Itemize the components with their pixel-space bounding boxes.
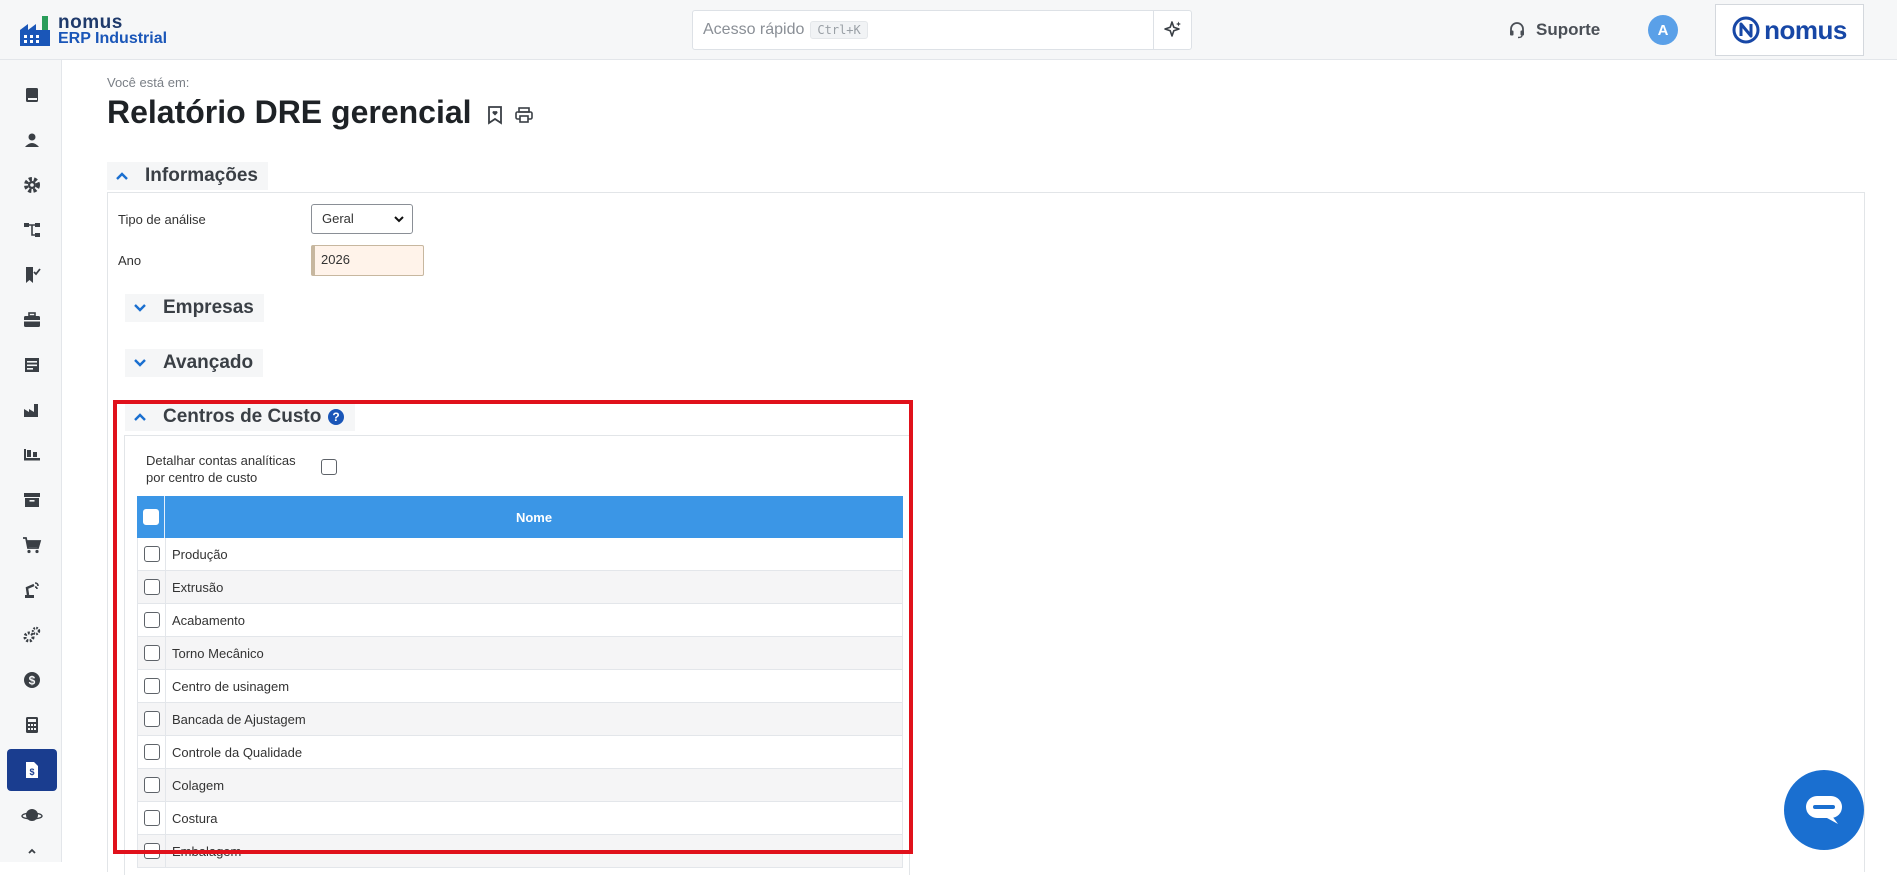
gear-icon [24,177,40,193]
logo-text-erp: ERP Industrial [58,30,168,47]
top-bar: nomus ERP Industrial Acesso rápido Ctrl+K… [0,0,1897,60]
sidebar: $ $ [0,60,62,862]
sidebar-item-logistica[interactable] [7,434,57,476]
document-list-icon [25,358,39,372]
section-informacoes-header[interactable]: Informações [107,162,268,190]
user-avatar[interactable]: A [1648,15,1678,45]
sidebar-item-contabilidade[interactable] [7,704,57,746]
breadcrumb: Você está em: [107,75,190,90]
sidebar-item-cadastros[interactable] [7,74,57,116]
svg-text:$: $ [29,767,34,777]
svg-text:$: $ [29,674,36,688]
quick-access-input[interactable]: Acesso rápido Ctrl+K [703,21,868,39]
sidebar-item-documentos[interactable] [7,344,57,386]
quick-access-placeholder: Acesso rápido [703,21,805,38]
sidebar-item-estrutura[interactable] [7,209,57,251]
sidebar-item-estoque[interactable] [7,479,57,521]
financial-report-icon: $ [26,762,38,778]
briefcase-icon [24,312,40,327]
calculator-icon [26,717,38,733]
headset-icon [1510,22,1524,39]
book-icon [26,88,38,102]
sidebar-item-engenharia[interactable] [7,569,57,611]
main-content: Você está em: Relatório DRE gerencial In… [107,60,1867,875]
quick-access-search[interactable]: Acesso rápido Ctrl+K [692,10,1192,50]
ano-input[interactable]: 2026 [311,245,424,276]
dollar-icon: $ [24,672,40,688]
sidebar-item-processos[interactable] [7,614,57,656]
tipo-analise-select[interactable]: Geral [311,204,413,234]
section-informacoes-title: Informações [145,165,258,186]
brand-text: nomus [1764,14,1847,45]
sidebar-item-configuracoes[interactable] [7,164,57,206]
chat-bubble-icon [1806,796,1842,824]
ai-sparkle-button[interactable] [1153,11,1191,49]
shortcut-hint: Ctrl+K [810,21,868,39]
tipo-analise-label: Tipo de análise [118,212,206,227]
nomus-n-icon [1732,16,1760,44]
sidebar-item-compras[interactable] [7,524,57,566]
chevron-down-icon [131,354,149,372]
support-link[interactable]: Suporte [1508,18,1600,42]
section-empresas-header[interactable]: Empresas [125,294,264,322]
chevron-up-icon [28,848,36,854]
sidebar-item-relatorios-financeiros[interactable]: $ [7,749,57,791]
gears-icon [23,626,41,643]
support-label: Suporte [1536,20,1601,39]
cart-icon [23,537,42,554]
chat-button[interactable] [1784,770,1864,850]
bookmark-check-icon [26,267,41,283]
conveyor-icon [24,449,40,461]
sidebar-item-negocios[interactable] [7,299,57,341]
sidebar-scroll-up[interactable] [7,840,57,862]
print-icon[interactable] [514,106,534,124]
planet-icon [21,809,43,821]
highlight-box [113,400,913,854]
tipo-analise-value: Geral [322,211,354,226]
sidebar-item-financeiro[interactable]: $ [7,659,57,701]
page-title: Relatório DRE gerencial [107,94,472,130]
chevron-down-icon [131,299,149,317]
chevron-up-icon [113,167,131,185]
nomus-erp-logo[interactable]: nomus ERP Industrial [18,12,168,50]
factory-logo-icon [20,16,50,46]
user-icon [25,133,39,147]
factory-icon [24,404,38,417]
hierarchy-icon [24,223,40,237]
chevron-down-icon [394,216,404,223]
nomus-brand-logo: nomus [1715,4,1864,56]
sparkle-icon [1163,21,1181,37]
sidebar-item-producao[interactable] [7,389,57,431]
section-avancado-header[interactable]: Avançado [125,349,264,377]
robot-arm-icon [25,582,39,598]
sidebar-item-tarefas[interactable] [7,254,57,296]
bookmark-favorite-icon[interactable] [486,105,504,125]
sidebar-item-usuarios[interactable] [7,119,57,161]
ano-label: Ano [118,253,142,268]
section-avancado-title: Avançado [163,352,254,373]
section-empresas-title: Empresas [163,297,254,318]
archive-icon [24,493,40,507]
page-title-row: Relatório DRE gerencial [107,94,534,131]
sidebar-item-integracoes[interactable] [7,794,57,836]
